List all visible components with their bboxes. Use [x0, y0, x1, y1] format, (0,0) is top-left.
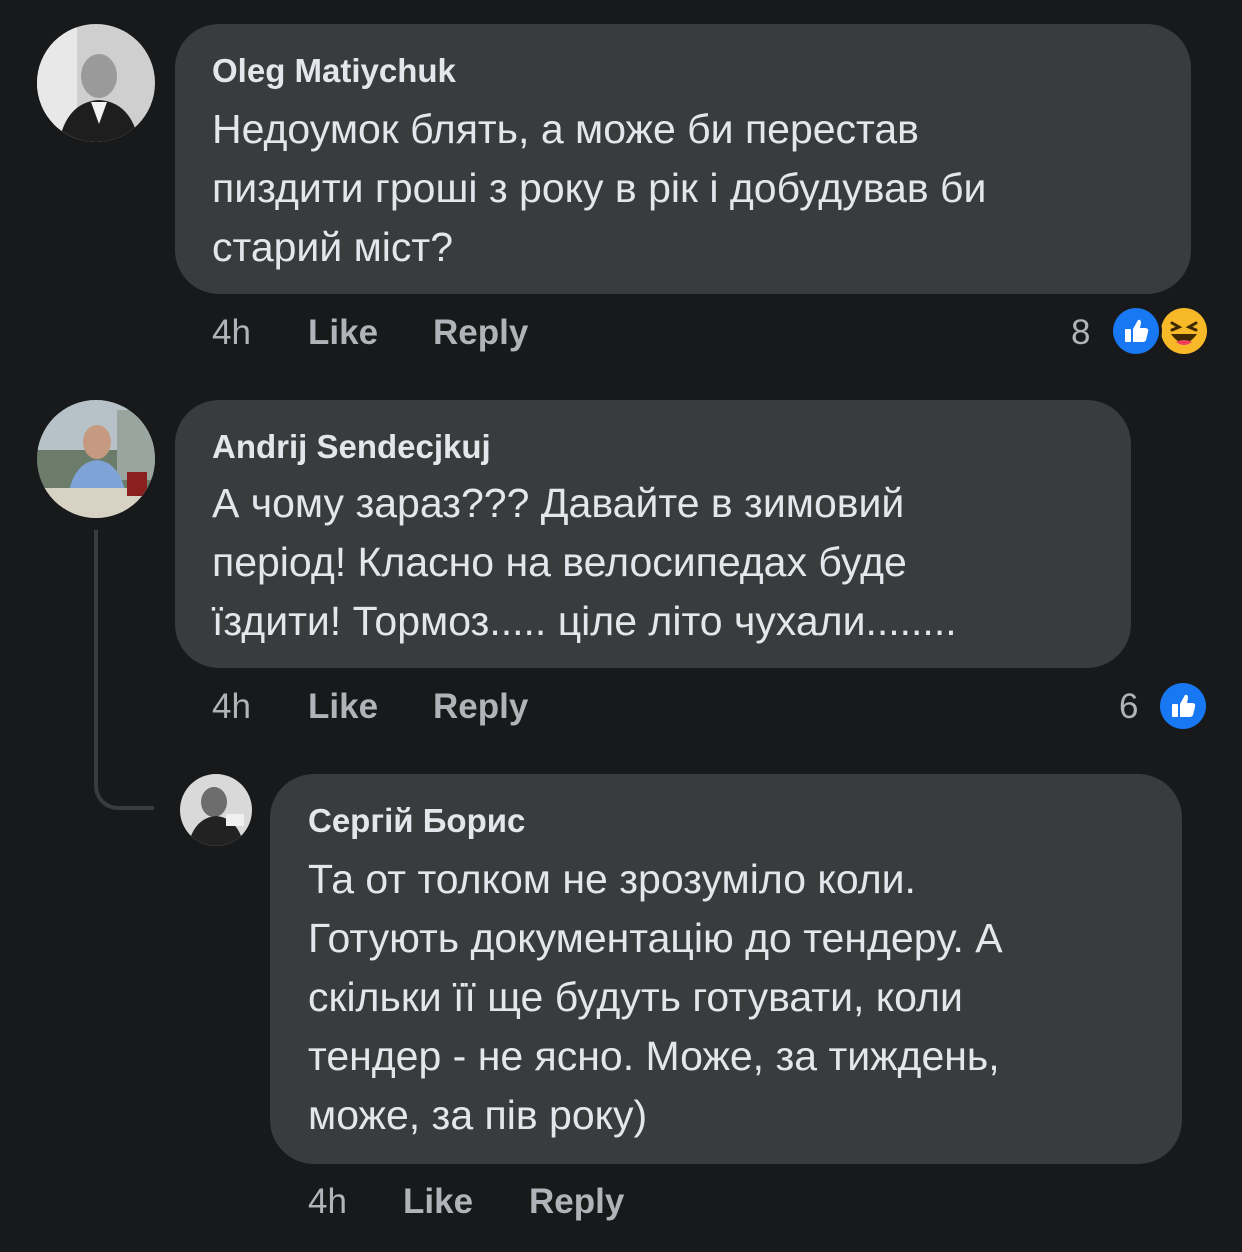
like-button[interactable]: Like — [403, 1182, 473, 1222]
comment-text: Та от толком не зрозуміло коли. Готують … — [308, 856, 1003, 1138]
comment-timestamp[interactable]: 4h — [308, 1182, 347, 1222]
reaction-count[interactable]: 8 — [1071, 313, 1090, 353]
haha-icon[interactable] — [1158, 305, 1210, 357]
like-icon[interactable] — [1110, 305, 1162, 357]
reply-button[interactable]: Reply — [529, 1182, 624, 1222]
comment-author[interactable]: Oleg Matiychuk — [212, 52, 456, 90]
reply-button[interactable]: Reply — [433, 687, 528, 727]
comment-text: А чому зараз??? Давайте в зимовий період… — [212, 480, 957, 644]
like-icon[interactable] — [1157, 680, 1209, 732]
reply-thread-line — [94, 530, 154, 810]
reaction-count[interactable]: 6 — [1119, 687, 1138, 727]
comment-timestamp[interactable]: 4h — [212, 313, 251, 353]
comment-text: Недоумок блять, а може би перестав пизди… — [212, 106, 987, 270]
avatar[interactable] — [37, 400, 155, 518]
avatar[interactable] — [180, 774, 252, 846]
like-button[interactable]: Like — [308, 313, 378, 353]
comment-timestamp[interactable]: 4h — [212, 687, 251, 727]
comment-author[interactable]: Andrij Sendecjkuj — [212, 428, 491, 466]
avatar[interactable] — [37, 24, 155, 142]
like-button[interactable]: Like — [308, 687, 378, 727]
reply-button[interactable]: Reply — [433, 313, 528, 353]
comment-author[interactable]: Сергій Борис — [308, 802, 525, 840]
